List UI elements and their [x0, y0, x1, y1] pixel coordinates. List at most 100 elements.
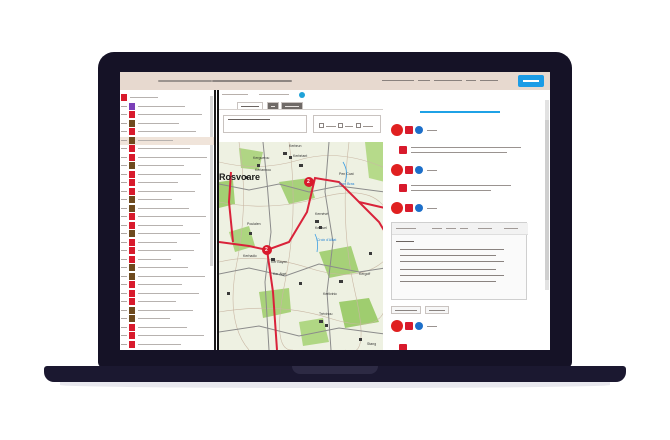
list-item-text: [138, 165, 184, 166]
map-label: Rosvoare: [219, 172, 261, 182]
list-item[interactable]: [120, 162, 214, 170]
list-item[interactable]: [120, 281, 214, 289]
table-row: [400, 249, 504, 250]
map-area: Rosvoare Kerbrun Kerbriant Kerlannou Pou…: [217, 90, 383, 350]
list-item-text: [138, 190, 195, 192]
list-item[interactable]: [120, 153, 214, 162]
list-item-text: [138, 173, 201, 175]
list-item[interactable]: [120, 179, 214, 187]
filter-input[interactable]: [223, 115, 307, 133]
list-item[interactable]: [120, 340, 214, 349]
status-badge: [129, 111, 135, 118]
red-square-icon[interactable]: [405, 126, 413, 134]
right-scrollbar[interactable]: [545, 100, 549, 290]
list-item-text: [138, 139, 173, 141]
red-square-icon[interactable]: [399, 184, 407, 192]
status-badge: [129, 136, 135, 144]
tab-1[interactable]: [237, 102, 263, 109]
action-row-text: [427, 326, 437, 327]
blue-circle-icon[interactable]: [415, 204, 423, 212]
list-item[interactable]: [120, 187, 214, 196]
red-circle-icon[interactable]: [391, 124, 403, 136]
list-item[interactable]: [120, 221, 214, 230]
red-square-icon[interactable]: [399, 344, 407, 350]
red-square-icon[interactable]: [405, 166, 413, 174]
map-canvas[interactable]: Rosvoare Kerbrun Kerbriant Kerlannou Pou…: [219, 142, 383, 350]
list-item[interactable]: [120, 230, 214, 238]
list-item-label: [121, 173, 127, 175]
red-square-icon[interactable]: [405, 204, 413, 212]
blue-circle-icon[interactable]: [415, 126, 423, 134]
status-badge: [129, 170, 135, 178]
action-row-text: [427, 170, 437, 171]
list-item[interactable]: [120, 264, 214, 272]
red-circle-icon[interactable]: [391, 164, 403, 176]
header-nav-link[interactable]: [418, 80, 430, 81]
blue-circle-icon[interactable]: [415, 166, 423, 174]
list-item-label: [121, 309, 127, 311]
status-badge: [129, 204, 135, 212]
list-item[interactable]: [120, 119, 214, 128]
table-row: [400, 261, 504, 262]
list-item[interactable]: [120, 204, 214, 213]
checkbox-1[interactable]: [319, 123, 324, 128]
list-item[interactable]: [120, 306, 214, 315]
list-item[interactable]: [120, 247, 214, 255]
list-item[interactable]: [120, 298, 214, 306]
list-item-label: [121, 224, 127, 226]
list-item[interactable]: [120, 94, 214, 102]
right-panel-heading: [420, 111, 500, 113]
tab-2[interactable]: [267, 102, 279, 109]
list-item[interactable]: [120, 111, 214, 119]
detail-button-1[interactable]: [391, 306, 421, 314]
status-badge: [129, 213, 135, 220]
header-nav-link[interactable]: [480, 80, 498, 81]
header-nav-link[interactable]: [466, 80, 476, 81]
status-badge: [121, 94, 127, 101]
list-item-label: [121, 156, 127, 158]
list-item[interactable]: [120, 196, 214, 204]
action-row-text: [411, 147, 521, 148]
status-badge: [129, 306, 135, 314]
detail-button-2[interactable]: [425, 306, 449, 314]
list-item[interactable]: [120, 272, 214, 281]
list-item[interactable]: [120, 170, 214, 179]
list-item[interactable]: [120, 145, 214, 153]
header-action-button[interactable]: [518, 75, 544, 87]
list-item[interactable]: [120, 102, 214, 111]
list-item[interactable]: [120, 136, 214, 145]
list-item[interactable]: [120, 255, 214, 264]
list-item-label: [121, 199, 127, 200]
header-nav-link[interactable]: [382, 80, 414, 81]
map-marker[interactable]: 2: [307, 179, 310, 185]
list-item[interactable]: [120, 315, 214, 323]
info-icon[interactable]: [299, 92, 305, 98]
tab-3[interactable]: [281, 102, 303, 109]
red-circle-icon[interactable]: [391, 202, 403, 214]
action-row-text: [427, 208, 437, 209]
detail-table: [391, 222, 528, 300]
list-item-label: [121, 250, 127, 251]
app-header: [120, 72, 550, 90]
red-circle-icon[interactable]: [391, 320, 403, 332]
map-marker[interactable]: 2: [265, 247, 268, 253]
red-square-icon[interactable]: [405, 322, 413, 330]
list-item[interactable]: [120, 128, 214, 136]
list-item[interactable]: [120, 323, 214, 332]
list-item-label: [121, 148, 127, 149]
list-item-text: [138, 114, 202, 115]
map-label: Stang: [367, 342, 377, 346]
checkbox-2[interactable]: [338, 123, 343, 128]
blue-circle-icon[interactable]: [415, 322, 423, 330]
checkbox-3[interactable]: [356, 123, 361, 128]
red-square-icon[interactable]: [399, 146, 407, 154]
list-item-label: [121, 139, 127, 141]
map-label: Kernévé: [315, 212, 329, 216]
status-badge: [129, 128, 135, 135]
header-nav-link[interactable]: [434, 80, 462, 81]
list-item[interactable]: [120, 213, 214, 221]
list-item[interactable]: [120, 238, 214, 247]
list-item[interactable]: [120, 289, 214, 298]
status-badge: [129, 264, 135, 271]
list-item[interactable]: [120, 332, 214, 340]
